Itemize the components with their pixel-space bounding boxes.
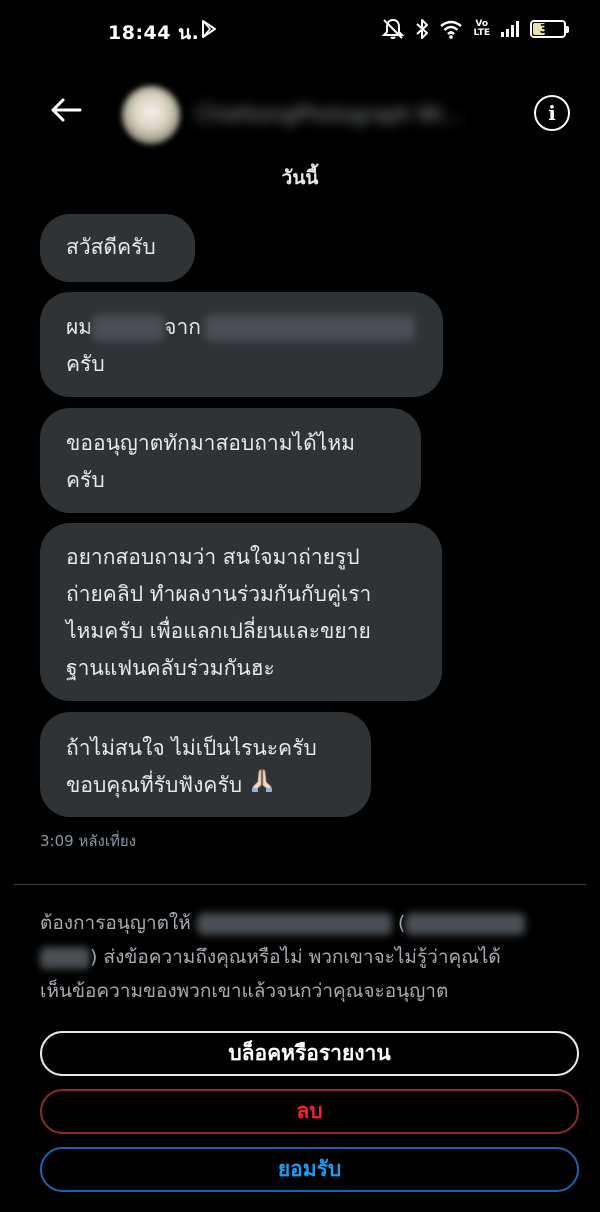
message-request-notice: ต้องการอนุญาตให้ ( ) ส่งข้อความถึงคุณหรื… [40, 906, 570, 1008]
contact-name[interactable]: ChiefsongPhotograph Wi... [196, 102, 526, 132]
request-text: ส่งข้อความถึงคุณหรือไม่ พวกเขาจะไม่รู้ว่… [103, 946, 501, 968]
message-line: ฐานแฟนคลับร่วมกันฮะ [66, 656, 275, 680]
wifi-icon [439, 19, 463, 39]
back-button[interactable] [44, 90, 88, 134]
message-bubble[interactable]: ขออนุญาตทักมาสอบถามได้ไหม ครับ [40, 408, 421, 513]
message-bubble[interactable]: ผม จาก ครับ [40, 292, 443, 397]
divider [14, 884, 586, 885]
redacted-handle [40, 946, 90, 969]
redacted-name [92, 315, 165, 341]
message-line: ไหมครับ เพื่อแลกเปลี่ยนและขยาย [66, 619, 371, 643]
play-store-icon [201, 20, 217, 42]
message-text: ขอบคุณที่รับฟังครับ [66, 773, 243, 797]
paren-close: ) [90, 946, 98, 968]
bluetooth-icon [415, 18, 429, 40]
message-line: ถ่ายคลิป ทำผลงานร่วมกันกับคู่เรา [66, 582, 372, 606]
message-text: จาก [164, 315, 201, 339]
avatar[interactable] [122, 86, 180, 144]
status-bar: 18:44 น. Vo LTE 37 [0, 0, 600, 60]
redacted-name [196, 912, 392, 935]
message-line: ขออนุญาตทักมาสอบถามได้ไหม [66, 431, 356, 455]
redacted-handle [405, 912, 526, 935]
conversation-header: ChiefsongPhotograph Wi... i [0, 74, 600, 154]
praying-hands-icon [249, 767, 275, 805]
request-prefix: ต้องการอนุญาตให้ [40, 912, 191, 934]
accept-button[interactable]: ยอมรับ [40, 1147, 579, 1192]
message-line: อยากสอบถามว่า สนใจมาถ่ายรูป [66, 545, 360, 569]
volte-bottom-label: LTE [473, 28, 490, 38]
message-text: ผม [66, 315, 93, 339]
message-bubble[interactable]: อยากสอบถามว่า สนใจมาถ่ายรูป ถ่ายคลิป ทำผ… [40, 523, 442, 701]
info-button[interactable]: i [534, 95, 570, 131]
signal-icon [500, 20, 520, 38]
volte-icon: Vo LTE [473, 20, 490, 38]
message-line: ครับ [66, 468, 105, 492]
battery-percent: 37 [539, 22, 557, 36]
request-line: ) ส่งข้อความถึงคุณหรือไม่ พวกเขาจะไม่รู้… [40, 940, 570, 974]
request-line: เห็นข้อความของพวกเขาแล้วจนกว่าคุณจะอนุญา… [40, 980, 449, 1002]
message-line: สวัสดีครับ [66, 235, 156, 259]
info-icon: i [548, 101, 556, 125]
battery-icon: 37 [530, 20, 569, 38]
block-report-button[interactable]: บล็อคหรือรายงาน [40, 1031, 579, 1076]
status-time: 18:44 น. [108, 22, 200, 44]
date-label: วันนี้ [281, 167, 319, 189]
arrow-left-icon [50, 98, 82, 126]
status-icons: Vo LTE 37 [381, 18, 569, 40]
message-line: ถ้าไม่สนใจ ไม่เป็นไรนะครับ [66, 736, 317, 760]
request-line: ต้องการอนุญาตให้ ( [40, 906, 570, 940]
redacted-text [204, 315, 415, 341]
mute-icon [381, 18, 405, 40]
message-bubble[interactable]: สวัสดีครับ [40, 214, 195, 282]
message-line: ผม จาก [66, 309, 417, 346]
paren-open: ( [397, 912, 406, 934]
message-line: ขอบคุณที่รับฟังครับ [66, 767, 345, 805]
message-line: ครับ [66, 352, 105, 376]
message-timestamp: 3:09 หลังเที่ยง [40, 832, 136, 850]
message-bubble[interactable]: ถ้าไม่สนใจ ไม่เป็นไรนะครับ ขอบคุณที่รับฟ… [40, 712, 371, 817]
delete-button[interactable]: ลบ [40, 1089, 579, 1134]
